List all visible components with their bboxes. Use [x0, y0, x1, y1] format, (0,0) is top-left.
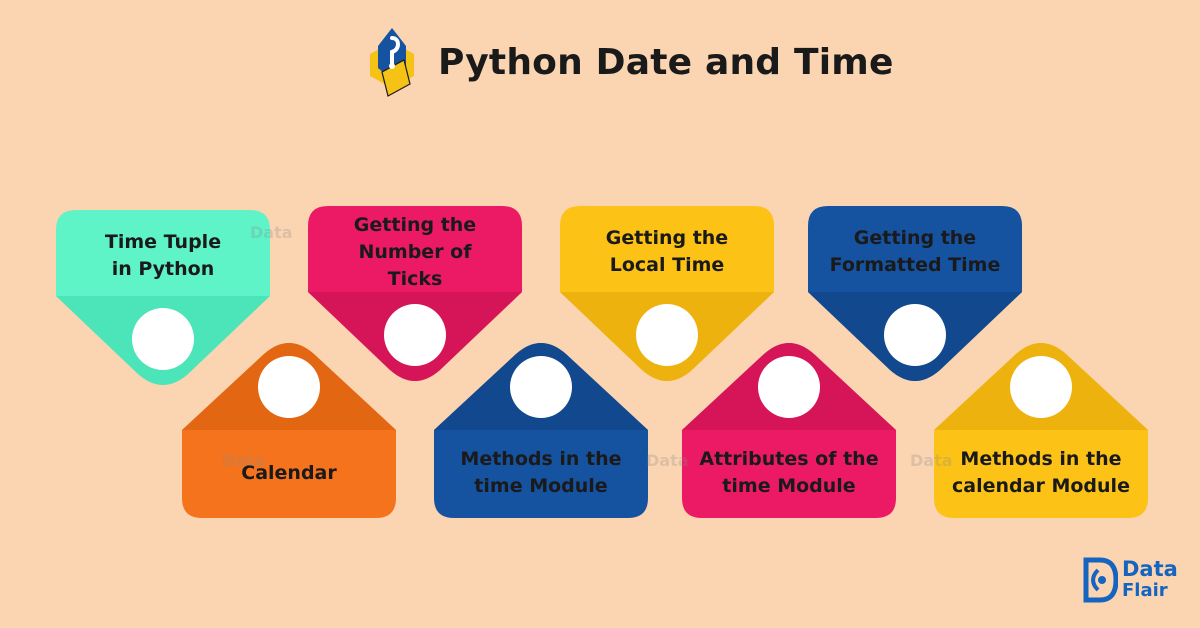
card-label-line: Local Time [609, 254, 725, 276]
card-label-line: Getting the [353, 213, 477, 236]
card-label-line: time Module [722, 475, 856, 497]
card-label: Getting the Formatted Time [814, 206, 1016, 298]
card-label: Time Tuple in Python [62, 210, 264, 302]
card-label-line: Methods in the [960, 448, 1122, 470]
card-calendar-methods: Methods in the calendar Module [934, 342, 1148, 518]
white-circle [1010, 356, 1072, 418]
card-label-line: Calendar [241, 461, 337, 484]
card-time-methods: Methods in the time Module [434, 342, 648, 518]
card-label: Getting the Local Time [566, 206, 768, 298]
logo-line: Data [1122, 557, 1178, 581]
card-calendar: Calendar [182, 342, 396, 518]
card-label-line: Formatted Time [829, 254, 1001, 276]
card-label-line: in Python [111, 258, 215, 280]
card-time-attributes: Attributes of the time Module [682, 342, 896, 518]
card-label-line: Attributes of the [699, 448, 879, 470]
card-label-line: calendar Module [952, 475, 1130, 497]
dataflair-logo-text: Data Flair [1122, 558, 1178, 602]
white-circle [510, 356, 572, 418]
dataflair-logo: Data Flair [1078, 552, 1188, 608]
card-label-line: Ticks [387, 267, 443, 290]
card-label: Methods in the time Module [440, 428, 642, 518]
card-label-line: Getting the [853, 227, 977, 249]
card-label-line: Methods in the [460, 448, 622, 470]
dataflair-logo-icon [1083, 557, 1118, 603]
logo-line: Flair [1122, 580, 1168, 601]
page-title: Python Date and Time [438, 41, 894, 83]
white-circle [758, 356, 820, 418]
card-label-line: time Module [474, 475, 608, 497]
card-label: Methods in the calendar Module [940, 428, 1142, 518]
card-label: Calendar [188, 428, 390, 518]
card-label-line: Number of [358, 240, 472, 263]
card-label-line: Getting the [605, 227, 729, 249]
python-logo-icon [370, 28, 414, 97]
card-label-line: Time Tuple [104, 231, 222, 253]
page-header: Python Date and Time [360, 22, 894, 102]
white-circle [258, 356, 320, 418]
card-label: Attributes of the time Module [688, 428, 890, 518]
card-label: Getting the Number of Ticks [314, 206, 516, 298]
